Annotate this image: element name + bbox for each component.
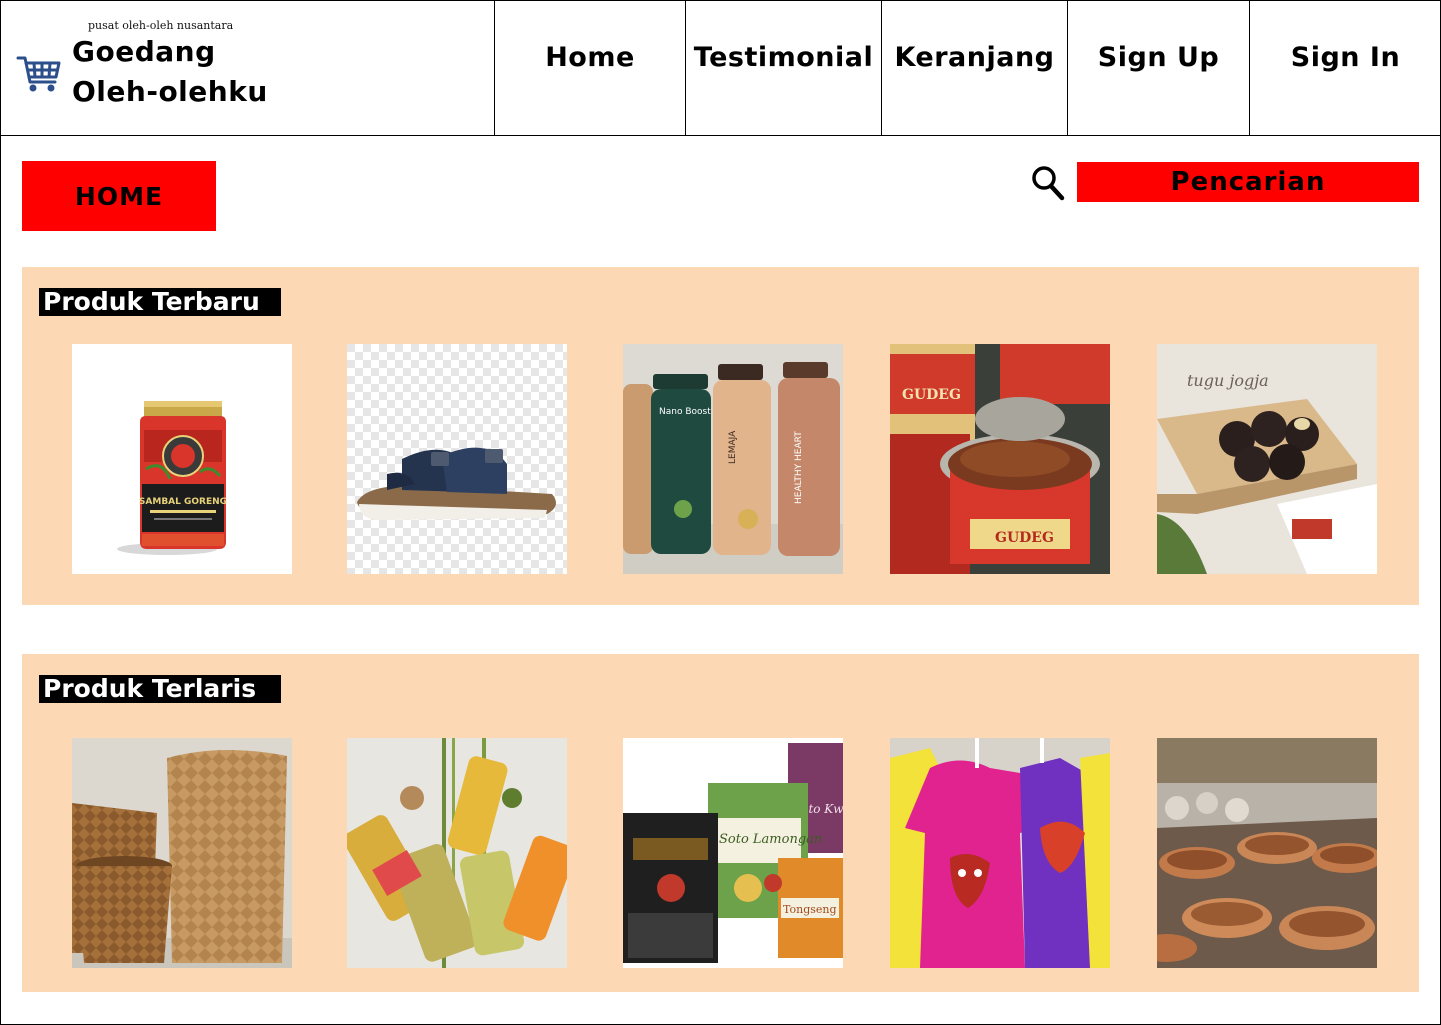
- home-button[interactable]: HOME: [22, 161, 216, 231]
- tongseng-label: Tongseng: [783, 903, 837, 916]
- bottled-drinks-image: Nano Boost LEMAJA HEALTHY HEART: [623, 344, 843, 574]
- product-seasoning-bottles[interactable]: [347, 738, 567, 968]
- sambal-jar-image: SAMBAL GORENG: [72, 344, 292, 574]
- chocolate-bakpia-image: tugu jogja: [1157, 344, 1377, 574]
- product-canned-gudeg[interactable]: GUDEG GUDEG: [890, 344, 1110, 574]
- brand[interactable]: pusat oleh-oleh nusantara Goedang Oleh-o…: [0, 0, 495, 136]
- gudeg-label: GUDEG: [995, 530, 1054, 546]
- instant-spice-packs-image: Soto Kwali Soto Lamongan Tongseng: [623, 738, 843, 968]
- section-title: Produk Terbaru: [39, 288, 281, 316]
- nav-sign-up[interactable]: Sign Up: [1067, 0, 1249, 136]
- healthy-heart-label: HEALTHY HEART: [794, 431, 804, 504]
- product-batik-shirts[interactable]: [890, 738, 1110, 968]
- nano-boost-label: Nano Boost: [659, 407, 711, 417]
- brand-tagline: pusat oleh-oleh nusantara: [88, 19, 234, 32]
- woven-baskets-image: [72, 738, 292, 968]
- brand-title-line1: Goedang: [72, 35, 216, 68]
- nav-testimonial[interactable]: Testimonial: [685, 0, 881, 136]
- product-sandals[interactable]: [347, 344, 567, 574]
- batik-shirts-image: [890, 738, 1110, 968]
- search-input[interactable]: Pencarian: [1077, 162, 1419, 202]
- gudeg-top-label: GUDEG: [902, 387, 961, 403]
- shopping-cart-icon: [16, 56, 61, 92]
- seasoning-bottles-image: [347, 738, 567, 968]
- product-bottled-drinks[interactable]: Nano Boost LEMAJA HEALTHY HEART: [623, 344, 843, 574]
- brand-title: Goedang Oleh-olehku: [72, 32, 268, 112]
- lemaja-label: LEMAJA: [728, 430, 738, 464]
- brand-title-line2: Oleh-olehku: [72, 75, 268, 108]
- soto-lamongan-label: Soto Lamongan: [719, 832, 822, 847]
- nav-cart[interactable]: Keranjang: [881, 0, 1067, 136]
- canned-gudeg-image: GUDEG GUDEG: [890, 344, 1110, 574]
- section-title: Produk Terlaris: [39, 675, 281, 703]
- section-bestseller-products: Produk Terlaris Kw Soto Lamongan Tongsen…: [22, 654, 1419, 992]
- product-sambal-goreng[interactable]: SAMBAL GORENG: [72, 344, 292, 574]
- header: pusat oleh-oleh nusantara Goedang Oleh-o…: [0, 0, 1441, 136]
- tugu-jogja-label: tugu jogja: [1187, 371, 1269, 390]
- product-chocolate-bakpia[interactable]: tugu jogja: [1157, 344, 1377, 574]
- main-nav: Home Testimonial Keranjang Sign Up Sign …: [494, 0, 1441, 136]
- magnifier-icon[interactable]: [1030, 163, 1066, 203]
- nav-sign-in[interactable]: Sign In: [1249, 0, 1441, 136]
- product-woven-baskets[interactable]: [72, 738, 292, 968]
- sambal-label: SAMBAL GORENG: [139, 497, 227, 507]
- sandals-image: [347, 344, 567, 574]
- clay-pottery-image: [1157, 738, 1377, 968]
- product-clay-pottery[interactable]: [1157, 738, 1377, 968]
- section-newest-products: Produk Terbaru SAMBAL GORENG Nano Boost …: [22, 267, 1419, 605]
- nav-home[interactable]: Home: [494, 0, 685, 136]
- product-instant-spice-packs[interactable]: Soto Kwali Soto Lamongan Tongseng: [623, 738, 843, 968]
